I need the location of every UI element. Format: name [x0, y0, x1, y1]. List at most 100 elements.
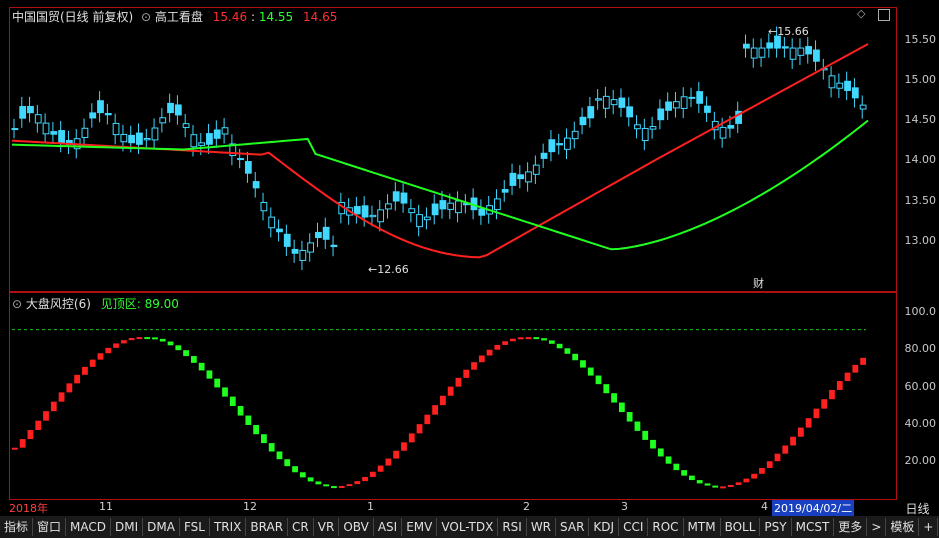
toolbar-button-15[interactable]: WR: [527, 518, 557, 536]
candle-body: [540, 152, 548, 159]
candle-body: [276, 228, 283, 233]
date-label: 2018年: [9, 502, 48, 515]
toolbar-button-21[interactable]: BOLL: [721, 518, 761, 536]
indicator-bar: [681, 470, 688, 476]
indicator-bar: [89, 359, 96, 367]
indicator-bar: [751, 473, 758, 479]
toolbar-button-4[interactable]: DMA: [143, 518, 180, 536]
toolbar-button-12[interactable]: EMV: [402, 518, 438, 536]
indicator-bar: [689, 475, 695, 481]
indicator-bar: [307, 477, 314, 482]
toolbar-button-3[interactable]: DMI: [111, 518, 144, 536]
indicator-bar: [704, 483, 711, 486]
date-label: 11: [99, 500, 113, 513]
candle-body: [143, 138, 151, 141]
indicator-bar: [735, 482, 742, 485]
toolbar-button-20[interactable]: MTM: [684, 518, 721, 536]
candle-body: [742, 43, 750, 49]
candle-body: [859, 104, 867, 110]
candle-body: [626, 106, 634, 118]
candle-body: [89, 112, 97, 119]
indicator-bar: [424, 414, 431, 425]
indicator-bar: [673, 463, 680, 471]
indicator-bar: [237, 406, 244, 416]
indicator-bar: [720, 486, 726, 489]
indicator-bar: [432, 405, 438, 415]
candle-body: [525, 171, 532, 183]
toolbar-button-14[interactable]: RSI: [498, 518, 527, 536]
candle-body: [501, 189, 509, 193]
candle-body: [174, 104, 182, 116]
candle-body: [844, 80, 851, 91]
toolbar-button-9[interactable]: VR: [314, 518, 340, 536]
indicator-bar: [650, 439, 656, 449]
candle-body: [595, 98, 602, 101]
indicator-bar: [43, 411, 49, 421]
indicator-bar: [245, 415, 252, 425]
indicator-bar: [167, 341, 174, 346]
toolbar-button-13[interactable]: VOL-TDX: [437, 518, 499, 536]
toolbar-button-2[interactable]: MACD: [66, 518, 112, 536]
toolbar-button-7[interactable]: BRAR: [246, 518, 289, 536]
toolbar-button-8[interactable]: CR: [288, 518, 314, 536]
toolbar-button-17[interactable]: KDJ: [589, 518, 620, 536]
indicator-bar: [813, 408, 820, 419]
indicator-bar: [564, 348, 571, 354]
candle-body: [517, 174, 525, 180]
toolbar-button-11[interactable]: ASI: [374, 518, 403, 536]
indicator-bar: [696, 480, 703, 484]
indicator-bar: [797, 427, 804, 437]
toolbar-button-22[interactable]: PSY: [760, 518, 792, 536]
indicator-bar: [19, 439, 26, 448]
indicator-bar: [299, 472, 306, 478]
indicator-bar: [541, 338, 547, 341]
candle-body: [136, 132, 143, 145]
toolbar-button-16[interactable]: SAR: [556, 518, 590, 536]
candle-body: [104, 112, 112, 116]
indicator-bar: [634, 421, 641, 431]
indicator-bar: [27, 430, 34, 440]
period-label[interactable]: 日线: [896, 500, 939, 517]
date-label: 1: [367, 500, 374, 513]
toolbar-button-10[interactable]: OBV: [339, 518, 374, 536]
toolbar-button-1[interactable]: 窗口: [33, 518, 67, 536]
indicator-bar: [829, 389, 835, 400]
candle-body: [198, 142, 206, 146]
candle-body: [813, 49, 820, 62]
toolbar-button-24[interactable]: 更多: [834, 518, 868, 536]
candle-body: [672, 101, 680, 109]
toolbar-button-23[interactable]: MCST: [792, 518, 835, 536]
candle-body: [532, 164, 540, 175]
toolbar-button-26[interactable]: 模板: [886, 518, 920, 536]
toolbar-button-25[interactable]: >: [867, 518, 887, 536]
indicator-bar: [805, 418, 812, 428]
indicator-bar: [580, 360, 586, 368]
candle-body: [190, 134, 198, 148]
indicator-bar: [175, 345, 182, 351]
indicator-bar: [385, 458, 392, 466]
indicator-bar: [618, 402, 625, 413]
toolbar-button-6[interactable]: TRIX: [210, 518, 247, 536]
indicator-bar: [478, 355, 485, 363]
toolbar-button-19[interactable]: ROC: [648, 518, 684, 536]
candle-body: [182, 123, 190, 129]
candle-body: [836, 82, 844, 89]
indicator-bar: [447, 386, 454, 396]
candle-body: [493, 198, 501, 211]
toolbar-button-18[interactable]: CCI: [619, 518, 649, 536]
candle-body: [268, 216, 276, 229]
candle-body: [478, 208, 486, 216]
toolbar-button-5[interactable]: FSL: [180, 518, 210, 536]
indicator-bar: [642, 430, 649, 440]
indicator-bar: [214, 378, 221, 388]
toolbar-button-0[interactable]: 指标: [0, 518, 34, 536]
candle-body: [828, 75, 836, 89]
indicator-bar: [626, 412, 633, 422]
candle-body: [58, 130, 65, 144]
candle-body: [244, 161, 252, 174]
toolbar-button-27[interactable]: +: [919, 518, 939, 536]
candle-body: [704, 105, 711, 113]
candle-body: [447, 202, 455, 210]
gear-icon[interactable]: ⊙: [12, 297, 22, 311]
indicator-bar: [276, 451, 283, 460]
